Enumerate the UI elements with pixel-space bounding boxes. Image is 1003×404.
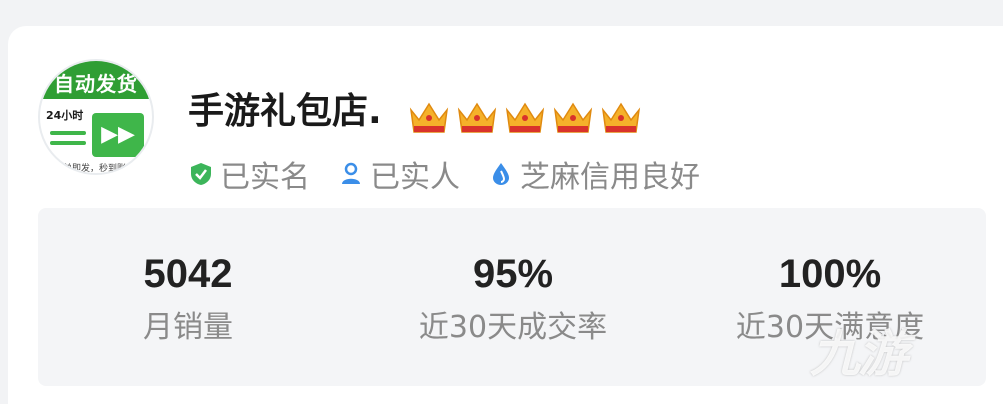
shop-card: 自动发货 24小时 ▶▶ 下单即发，秒到账 手游礼包店. 已实名 已实人 芝麻信… [8, 26, 1003, 404]
verify-label: 已实名 [220, 160, 310, 195]
sesame-drop-icon [493, 163, 509, 185]
watermark-logo: 九游 [810, 325, 908, 383]
shop-avatar[interactable]: 自动发货 24小时 ▶▶ 下单即发，秒到账 [38, 59, 154, 175]
shield-check-icon [191, 163, 211, 185]
stat-transaction-rate: 95% 近30天成交率 [403, 250, 623, 346]
stat-monthly-sales: 5042 月销量 [98, 250, 278, 346]
stat-label: 月销量 [143, 310, 233, 345]
verify-label: 已实人 [370, 160, 460, 195]
verify-sesame-credit: 芝麻信用良好 [488, 152, 700, 196]
verify-real-name: 已实名 [188, 152, 310, 196]
crown-icon [553, 102, 593, 133]
stat-value: 100% [778, 252, 882, 296]
crown-icon [601, 102, 641, 133]
stat-value: 5042 [143, 252, 233, 296]
verify-label: 芝麻信用良好 [520, 160, 700, 195]
crown-icon [457, 102, 497, 133]
crown-rating [408, 98, 642, 136]
stat-value: 95% [472, 252, 554, 296]
person-icon [342, 162, 360, 184]
avatar-banner: 自动发货 [40, 61, 152, 99]
stat-label: 近30天成交率 [418, 310, 608, 345]
verification-badges: 已实名 已实人 芝麻信用良好 [188, 152, 728, 196]
verify-real-person: 已实人 [338, 152, 460, 196]
crown-icon [409, 102, 449, 133]
crown-icon [505, 102, 545, 133]
avatar-speed-lines [50, 131, 86, 151]
avatar-note: 下单即发，秒到账 [54, 164, 127, 174]
shop-name: 手游礼包店. [188, 91, 382, 132]
fast-forward-icon: ▶▶ [92, 113, 144, 157]
avatar-hours: 24小时 [46, 109, 84, 122]
